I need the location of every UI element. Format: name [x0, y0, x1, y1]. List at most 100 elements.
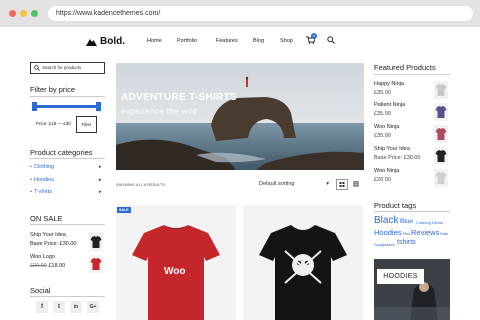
mountain-icon	[86, 38, 97, 46]
chevron-right-icon[interactable]: ▸	[99, 189, 102, 195]
chevron-right-icon[interactable]: ▸	[99, 164, 102, 170]
tshirt-image	[132, 225, 220, 320]
price-slider-max-handle[interactable]	[96, 102, 101, 111]
tag-link[interactable]: Clothing	[416, 220, 431, 225]
divider	[30, 96, 105, 97]
page-content: Bold. Home Portfolio Features Blog Shop …	[0, 27, 480, 320]
featured-product-price: Base Price: £30.00	[374, 155, 421, 161]
featured-product-price: £35.00	[374, 133, 391, 139]
category-hoodies[interactable]: Hoodies	[30, 177, 54, 183]
featured-products-title: Featured Products	[374, 63, 436, 72]
cart-button[interactable]: 0	[306, 33, 317, 46]
tshirt-icon	[435, 84, 447, 96]
divider	[30, 158, 105, 159]
divider	[30, 224, 105, 225]
hoodies-label[interactable]: HOODIES	[377, 269, 424, 284]
price-value: £30.00	[59, 241, 77, 247]
category-tshirts[interactable]: T-shirts	[30, 189, 52, 195]
close-window-button[interactable]	[9, 10, 16, 17]
divider	[30, 296, 105, 297]
linkedin-icon[interactable]: in	[70, 301, 82, 313]
nav-portfolio[interactable]: Portfolio	[177, 38, 197, 44]
tshirt-icon	[435, 128, 447, 140]
tshirt-icon	[435, 172, 447, 184]
product-card[interactable]	[243, 205, 363, 320]
product-card[interactable]	[116, 205, 236, 320]
hero-title: ADVENTURE T-SHIRTS	[121, 92, 237, 103]
search-icon	[34, 65, 40, 71]
search-icon	[327, 36, 335, 44]
nav-features[interactable]: Features	[216, 38, 238, 44]
product-thumbnail[interactable]	[434, 103, 448, 121]
list-icon	[353, 181, 359, 187]
tshirt-image	[259, 225, 347, 320]
twitter-icon[interactable]: t	[53, 301, 65, 313]
featured-product-name[interactable]: Ship Your Idea	[374, 146, 410, 152]
product-thumbnail[interactable]	[434, 147, 448, 165]
list-view-button[interactable]	[353, 181, 359, 189]
search-placeholder: Search for products	[42, 65, 82, 70]
tag-link[interactable]: Black	[374, 215, 398, 226]
divider	[374, 211, 450, 212]
on-sale-title: ON SALE	[30, 214, 63, 223]
woo-shirt-text: Woo	[164, 266, 186, 277]
sale-badge: SALE	[117, 207, 131, 213]
categories-title: Product categories	[30, 148, 93, 157]
sort-select[interactable]: Default sorting ▾	[259, 181, 329, 187]
tshirt-icon	[435, 150, 447, 162]
cart-count-badge: 0	[311, 33, 317, 39]
price-value: £18.00	[48, 263, 66, 269]
featured-product-name[interactable]: Woo Ninja	[374, 168, 399, 174]
tag-link[interactable]: Sunglasses	[374, 242, 395, 247]
featured-product-name[interactable]: Woo Ninja	[374, 124, 399, 130]
sale-item-name[interactable]: Ship Your Idea	[30, 232, 66, 238]
product-thumbnail[interactable]	[434, 125, 448, 143]
price-slider-track[interactable]	[34, 105, 99, 108]
browser-chrome: https://www.kadencethemes.com/	[0, 0, 480, 27]
featured-product-name[interactable]: Patient Ninja	[374, 102, 405, 108]
price-range-label: Price: £18 — £30	[36, 121, 71, 126]
header-search-button[interactable]	[327, 36, 335, 46]
address-bar[interactable]: https://www.kadencethemes.com/	[48, 6, 473, 21]
maximize-window-button[interactable]	[31, 10, 38, 17]
price-prefix: Base Price:	[30, 241, 60, 247]
product-thumbnail[interactable]	[89, 233, 103, 251]
tshirt-icon	[90, 236, 102, 248]
tag-link[interactable]: Sale	[440, 231, 448, 236]
filter-price-title: Filter by price	[30, 85, 76, 94]
nav-blog[interactable]: Blog	[253, 38, 264, 44]
tag-link[interactable]: Reviews	[411, 228, 439, 237]
tshirt-icon	[90, 258, 102, 270]
sort-value: Default sorting	[259, 181, 295, 187]
sale-item-name[interactable]: Woo Logo	[30, 254, 55, 260]
nav-shop[interactable]: Shop	[280, 38, 293, 44]
price-slider-min-handle[interactable]	[32, 102, 37, 111]
social-title: Social	[30, 286, 51, 295]
facebook-icon[interactable]: f	[36, 301, 48, 313]
product-search-input[interactable]: Search for products	[30, 62, 105, 74]
featured-product-price: £35.00	[374, 90, 391, 96]
nav-home[interactable]: Home	[147, 38, 162, 44]
grid-icon	[339, 182, 345, 187]
hero-banner[interactable]	[116, 63, 364, 170]
featured-product-price: £35.00	[374, 111, 391, 117]
old-price: £20.00	[30, 263, 47, 269]
tag-link[interactable]: tshirts	[397, 239, 416, 246]
hero-image	[116, 63, 364, 170]
product-thumbnail[interactable]	[434, 169, 448, 187]
grid-view-button[interactable]	[336, 179, 348, 190]
logo-text: Bold.	[100, 36, 125, 47]
chevron-right-icon[interactable]: ▸	[99, 177, 102, 183]
category-clothing[interactable]: Clothing	[30, 164, 54, 170]
googleplus-icon[interactable]: G+	[87, 301, 99, 313]
tag-link[interactable]: Blue	[400, 218, 413, 225]
tag-link[interactable]: Decks	[432, 220, 443, 225]
featured-product-name[interactable]: Happy Ninja	[374, 81, 404, 87]
product-thumbnail[interactable]	[89, 255, 103, 273]
site-logo[interactable]: Bold.	[86, 36, 125, 47]
tag-link[interactable]: Hoodies	[374, 228, 402, 237]
tag-link[interactable]: Red	[403, 231, 410, 236]
minimize-window-button[interactable]	[20, 10, 27, 17]
filter-button[interactable]: Filter	[76, 116, 97, 133]
product-thumbnail[interactable]	[434, 81, 448, 99]
